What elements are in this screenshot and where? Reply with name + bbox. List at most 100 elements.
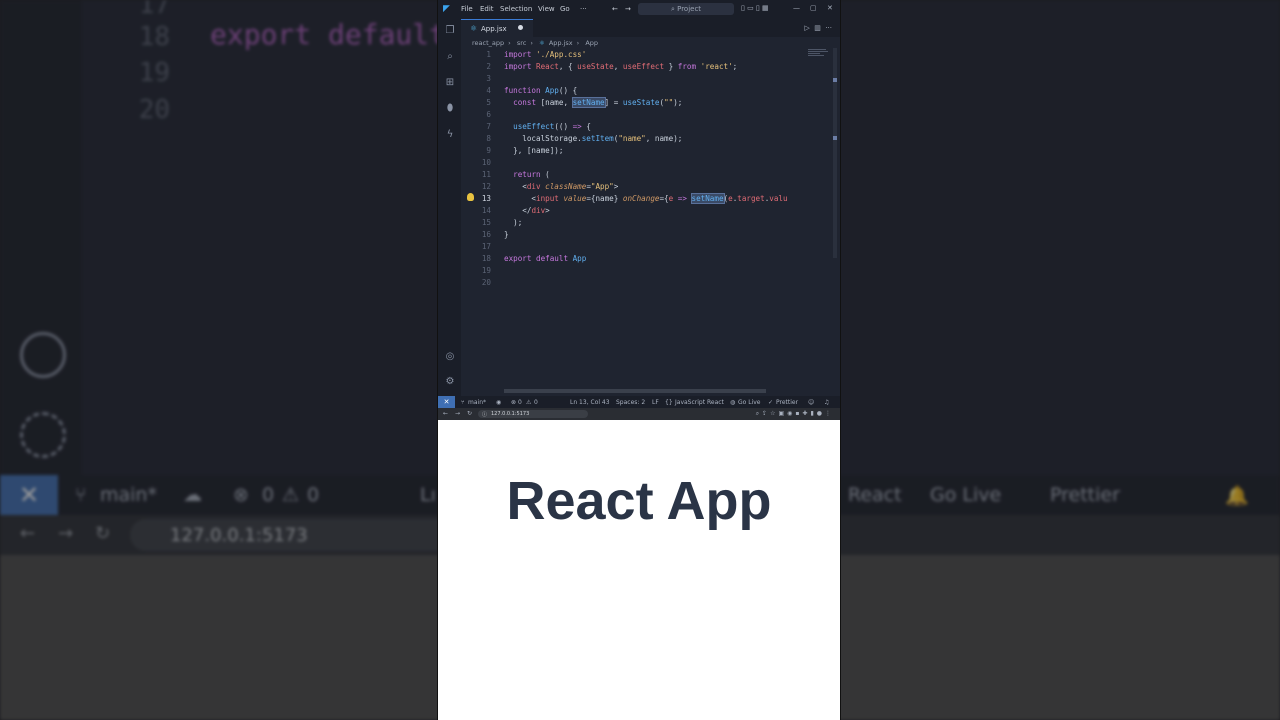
unsaved-dot-icon[interactable] xyxy=(518,25,523,30)
status-golive[interactable]: Go Live xyxy=(738,399,760,406)
bell-icon[interactable]: ♫ xyxy=(824,399,829,406)
extensions-icon[interactable]: ⊞ xyxy=(444,77,456,89)
scroll-marker xyxy=(833,136,837,140)
bg-react: React xyxy=(848,484,902,506)
status-spaces[interactable]: Spaces: 2 xyxy=(616,399,645,406)
nav-back-icon[interactable]: ← xyxy=(612,5,618,13)
bg-account-icon xyxy=(20,332,66,378)
live-share-icon[interactable]: ◉ xyxy=(496,399,501,406)
tab-app-jsx[interactable]: ⚛ App.jsx xyxy=(461,19,533,38)
nav-forward-icon[interactable]: → xyxy=(625,5,631,13)
code-editor[interactable]: 1 import './App.css' 2 import React, { use… xyxy=(461,50,821,390)
bg-back-icon: ← xyxy=(20,523,36,544)
line-number: 14 xyxy=(481,206,491,215)
remote-icon[interactable]: ✕ xyxy=(438,396,455,408)
bg-bell-icon: 🔔 xyxy=(1225,485,1249,507)
bg-warnings: 0 xyxy=(307,484,320,506)
code-line: import React, { useState, useEffect } fr… xyxy=(504,62,738,71)
titlebar: ◤ File Edit Selection View Go ··· ← → ⌕ … xyxy=(438,0,840,19)
line-number: 5 xyxy=(486,98,491,107)
status-warnings[interactable]: 0 xyxy=(534,399,538,406)
bg-forward-icon: → xyxy=(58,523,74,544)
bg-line-number: 19 xyxy=(138,58,170,88)
bg-errors: 0 xyxy=(262,484,275,506)
search-icon[interactable]: ⌕ xyxy=(444,51,456,63)
code-line: ); xyxy=(504,218,523,227)
site-info-icon[interactable]: ⓘ xyxy=(482,411,487,418)
close-icon[interactable]: ✕ xyxy=(827,4,833,12)
line-number: 17 xyxy=(481,242,491,251)
bg-golive: Go Live xyxy=(930,484,1002,506)
golive-icon: ◍ xyxy=(730,399,736,406)
code-line: return ( xyxy=(513,170,550,179)
explorer-icon[interactable]: ❐ xyxy=(444,25,456,37)
page-heading: React App xyxy=(506,471,772,531)
feedback-icon[interactable]: ☺ xyxy=(808,399,814,406)
prettier-icon: ✓ xyxy=(768,399,774,406)
layout-icons[interactable]: ▯ ▭ ▯ ▦ xyxy=(741,4,769,12)
code-line: import './App.css' xyxy=(504,50,587,59)
bg-url-text: 127.0.0.1:5173 xyxy=(170,525,308,546)
branch-icon[interactable]: ⑂ xyxy=(461,399,465,406)
status-branch[interactable]: main* xyxy=(468,399,486,406)
app-panel: ◤ File Edit Selection View Go ··· ← → ⌕ … xyxy=(438,0,840,720)
line-number: 12 xyxy=(481,182,491,191)
breadcrumb-item[interactable]: react_app xyxy=(472,39,504,47)
command-center-label: Project xyxy=(677,5,702,13)
account-icon[interactable]: ◎ xyxy=(444,351,456,363)
menu-edit[interactable]: Edit xyxy=(480,5,494,13)
menu-file[interactable]: File xyxy=(461,5,473,13)
code-line: function App() { xyxy=(504,86,578,95)
breadcrumb-item[interactable]: src xyxy=(517,39,527,47)
line-number: 4 xyxy=(486,86,491,95)
browser-back-icon[interactable]: ← xyxy=(443,410,448,417)
code-line: </div> xyxy=(504,206,550,215)
menu-more[interactable]: ··· xyxy=(580,5,587,13)
settings-gear-icon[interactable]: ⚙ xyxy=(444,376,456,388)
status-position[interactable]: Ln 13, Col 43 xyxy=(570,399,610,406)
breadcrumb-item[interactable]: App xyxy=(585,39,598,47)
editor-actions[interactable]: ▷ ▥ ··· xyxy=(804,24,832,32)
code-line: } xyxy=(504,230,509,239)
browser-extension-icons[interactable]: ⌕⇪☆▣◉▪✚▮●⋮ xyxy=(756,410,834,418)
command-center[interactable]: ⌕ Project xyxy=(638,3,734,15)
bg-lang: Lı xyxy=(420,484,436,506)
code-line-current: <input value={name} onChange={e => setNa… xyxy=(504,193,788,204)
maximize-icon[interactable]: ▢ xyxy=(810,4,817,12)
vertical-scrollbar[interactable] xyxy=(833,48,837,258)
mongodb-icon[interactable]: ⬮ xyxy=(444,103,456,115)
bg-branch-icon: ⑂ xyxy=(75,484,87,506)
line-number: 9 xyxy=(486,146,491,155)
menu-view[interactable]: View xyxy=(538,5,555,13)
minimize-icon[interactable]: — xyxy=(793,4,800,12)
breadcrumb-item[interactable]: App.jsx xyxy=(549,39,573,47)
error-icon: ⊗ xyxy=(511,399,517,406)
address-bar[interactable]: ⓘ 127.0.0.1:5173 xyxy=(478,410,588,418)
code-line: export default App xyxy=(504,254,587,263)
browser-reload-icon[interactable]: ↻ xyxy=(467,410,472,417)
tab-label: App.jsx xyxy=(481,25,507,33)
address-text: 127.0.0.1:5173 xyxy=(491,411,530,417)
line-number: 7 xyxy=(486,122,491,131)
horizontal-scrollbar[interactable] xyxy=(504,389,766,393)
bg-line-number: 17 xyxy=(138,0,170,20)
line-number: 2 xyxy=(486,62,491,71)
line-number: 18 xyxy=(481,254,491,263)
bg-branch: main* xyxy=(100,484,157,506)
browser-toolbar: ← → ↻ ⓘ 127.0.0.1:5173 ⌕⇪☆▣◉▪✚▮●⋮ xyxy=(438,408,840,420)
code-line: const [name, setName] = useState(""); xyxy=(513,97,683,108)
browser-forward-icon[interactable]: → xyxy=(455,410,460,417)
menu-go[interactable]: Go xyxy=(560,5,570,13)
status-language[interactable]: JavaScript React xyxy=(675,399,724,406)
thunder-client-icon[interactable]: ϟ xyxy=(444,129,456,141)
lightbulb-icon[interactable] xyxy=(467,193,474,201)
menu-selection[interactable]: Selection xyxy=(500,5,532,13)
statusbar: ✕ ⑂ main* ◉ ⊗ 0 ⚠ 0 Ln 13, Col 43 Spaces… xyxy=(438,396,840,408)
react-file-icon: ⚛ xyxy=(539,39,545,47)
code-line: localStorage.setItem("name", name); xyxy=(504,134,683,143)
minimap[interactable] xyxy=(808,48,830,62)
status-eol[interactable]: LF xyxy=(652,399,659,406)
status-prettier[interactable]: Prettier xyxy=(776,399,798,406)
status-errors[interactable]: 0 xyxy=(518,399,522,406)
braces-icon: {} xyxy=(665,399,673,406)
